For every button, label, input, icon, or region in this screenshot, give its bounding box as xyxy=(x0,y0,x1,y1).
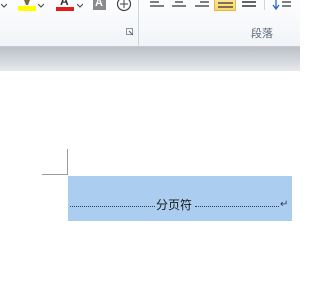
align-center-icon[interactable] xyxy=(170,0,188,10)
font-color-dropdown-icon[interactable] xyxy=(77,3,83,9)
align-left-icon[interactable] xyxy=(148,0,166,10)
page-break-dotted-line-left xyxy=(70,206,155,207)
margin-corner-marker-horizontal xyxy=(42,174,68,175)
paragraph-mark: ↵ xyxy=(280,199,289,210)
group-divider xyxy=(138,0,139,46)
enclose-characters-icon[interactable] xyxy=(116,0,132,12)
page-break-label: 分页符 xyxy=(156,198,193,212)
align-right-icon[interactable] xyxy=(193,0,211,10)
chevron-down-icon[interactable] xyxy=(1,3,7,9)
font-color-icon[interactable]: A xyxy=(56,0,74,12)
ruler-band xyxy=(0,47,300,71)
separator xyxy=(264,0,265,10)
ribbon: A A 段落 xyxy=(0,0,300,47)
justify-button[interactable] xyxy=(214,0,236,11)
justify-icon xyxy=(218,2,233,8)
character-shading-icon[interactable]: A xyxy=(93,0,106,10)
svg-text:A: A xyxy=(60,0,69,8)
paragraph-group-label: 段落 xyxy=(251,27,273,40)
line-spacing-icon[interactable] xyxy=(272,0,292,11)
distributed-icon[interactable] xyxy=(240,0,258,10)
character-shading-letter: A xyxy=(95,0,103,9)
highlight-icon[interactable] xyxy=(18,0,36,12)
margin-corner-marker xyxy=(67,149,68,174)
page-break-dotted-line-right xyxy=(195,206,279,207)
highlight-dropdown-icon[interactable] xyxy=(38,3,44,9)
dialog-launcher-icon[interactable] xyxy=(126,28,134,36)
